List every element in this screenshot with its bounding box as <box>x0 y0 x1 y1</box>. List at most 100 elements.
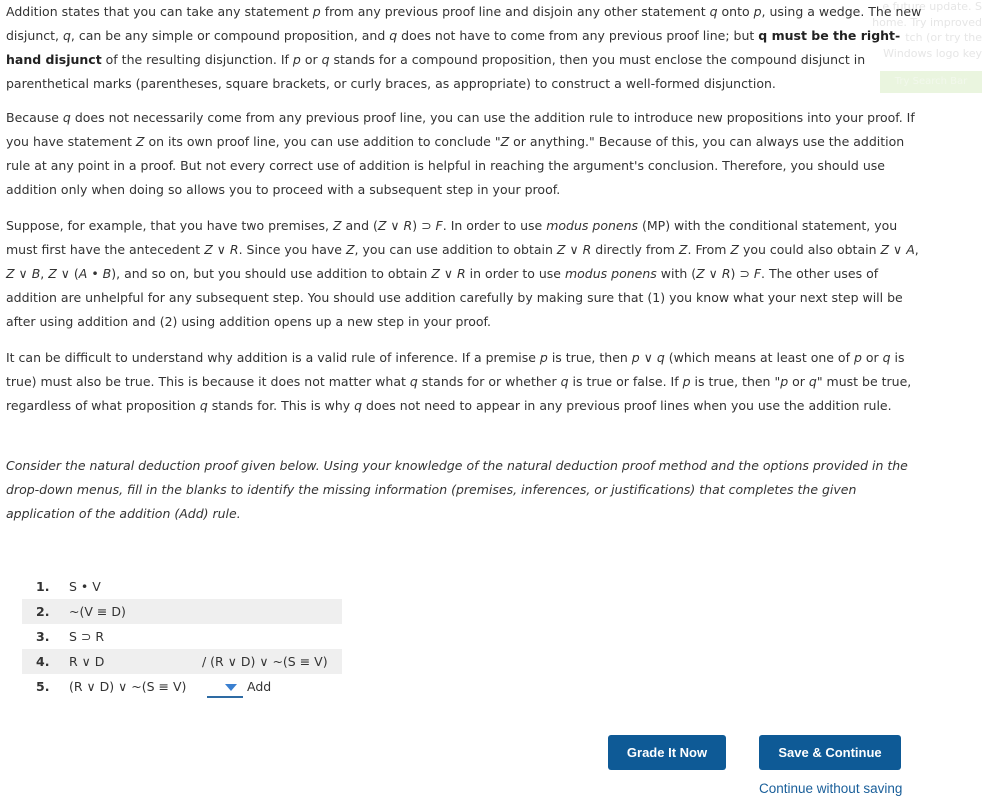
italic-run: B <box>31 266 41 281</box>
paragraph-addition-rule: Addition states that you can take any st… <box>6 0 924 96</box>
save-continue-button[interactable]: Save & Continue <box>759 735 901 770</box>
italic-run: Z <box>48 266 57 281</box>
text-run: does not need to appear in any previous … <box>362 398 892 413</box>
text-run: Consider the natural deduction proof giv… <box>6 458 908 521</box>
text-run: stands for. This is why <box>207 398 355 413</box>
premise: ~(V ≡ D) <box>69 604 126 619</box>
text-run: ∨ <box>212 242 230 257</box>
italic-run: q <box>882 350 891 365</box>
premise: R ∨ D <box>69 654 105 669</box>
italic-run: p <box>539 350 548 365</box>
text-run: on its own proof line, you can use addit… <box>144 134 501 149</box>
text-run: directly from <box>591 242 679 257</box>
italic-run: Z <box>556 242 566 257</box>
text-run: ∨ <box>439 266 458 281</box>
paragraph-example: Suppose, for example, that you have two … <box>6 214 924 334</box>
text-run: . From <box>687 242 731 257</box>
italic-run: p <box>682 374 691 389</box>
text-run: ∨ <box>889 242 907 257</box>
italic-run: q <box>409 374 418 389</box>
italic-run: q <box>321 52 330 67</box>
text-run: ∨ <box>565 242 583 257</box>
text-run: ∨ <box>704 266 722 281</box>
text-run: It can be difficult to understand why ad… <box>6 350 540 365</box>
text-run: . In order to use <box>442 218 547 233</box>
italic-run: R <box>229 242 239 257</box>
premise: (R ∨ D) ∨ ~(S ≡ V) <box>69 679 187 694</box>
italic-run: q <box>709 4 718 19</box>
italic-run: q <box>389 28 398 43</box>
text-run: ∨ <box>14 266 32 281</box>
text-run: Because <box>6 110 63 125</box>
line-number: 4. <box>36 654 50 669</box>
italic-run: Z <box>6 266 15 281</box>
italic-run: q <box>560 374 569 389</box>
proof-line-5: 5. (R ∨ D) ∨ ~(S ≡ V) Add <box>22 674 342 699</box>
conclusion-justification: / (R ∨ D) ∨ ~(S ≡ V) <box>202 654 328 669</box>
text-run: Suppose, for example, that you have two … <box>6 218 333 233</box>
text-run: , <box>914 242 919 257</box>
proof-line-2: 2. ~(V ≡ D) <box>22 599 342 624</box>
text-run: or <box>861 350 883 365</box>
italic-run: q <box>62 110 71 125</box>
italic-run: p <box>780 374 789 389</box>
premise: S ⊃ R <box>69 629 105 644</box>
italic-run: Z <box>696 266 705 281</box>
italic-run: Z <box>135 134 145 149</box>
paragraph-instructions: Consider the natural deduction proof giv… <box>6 454 924 526</box>
text-run: in order to use <box>465 266 565 281</box>
line-number: 1. <box>36 579 50 594</box>
text-run: Addition states that you can take any st… <box>6 4 313 19</box>
line-number: 5. <box>36 679 50 694</box>
text-run: , you can use addition to obtain <box>354 242 557 257</box>
continue-without-saving-link[interactable]: Continue without saving <box>759 781 902 796</box>
italic-run: p <box>853 350 862 365</box>
text-run: is true, then " <box>690 374 781 389</box>
italic-run: R <box>457 266 466 281</box>
proof-table: 1. S • V 2. ~(V ≡ D) 3. S ⊃ R 4. R ∨ D /… <box>22 574 342 699</box>
text-run: from any previous proof line and disjoin… <box>320 4 710 19</box>
italic-run: B <box>102 266 112 281</box>
italic-run: q <box>199 398 208 413</box>
italic-run: q <box>656 350 665 365</box>
chevron-down-icon <box>225 684 237 691</box>
proof-line-4: 4. R ∨ D / (R ∨ D) ∨ ~(S ≡ V) <box>22 649 342 674</box>
text-run: • <box>87 266 103 281</box>
text-run: and ( <box>341 218 378 233</box>
text-run: ), and so on, but you should use additio… <box>111 266 432 281</box>
italic-run: q <box>354 398 363 413</box>
italic-run: modus ponens <box>564 266 657 281</box>
italic-run: A <box>906 242 915 257</box>
premise: S • V <box>69 579 101 594</box>
italic-run: q <box>808 374 817 389</box>
proof-line-3: 3. S ⊃ R <box>22 624 342 649</box>
italic-run: p <box>312 4 321 19</box>
italic-run: Z <box>678 242 688 257</box>
italic-run: p <box>631 350 640 365</box>
italic-run: Z <box>500 134 510 149</box>
italic-run: R <box>582 242 592 257</box>
text-run: , can be any simple or compound proposit… <box>70 28 390 43</box>
grade-it-now-button[interactable]: Grade It Now <box>608 735 726 770</box>
italic-run: p <box>753 4 762 19</box>
proof-line-1: 1. S • V <box>22 574 342 599</box>
text-run: stands for or whether <box>417 374 561 389</box>
text-run: ∨ <box>386 218 404 233</box>
italic-run: Z <box>332 218 342 233</box>
text-run: or <box>300 52 322 67</box>
text-run: is true, then <box>547 350 632 365</box>
line-number: 2. <box>36 604 50 619</box>
text-run: onto <box>717 4 754 19</box>
text-run: . Since you have <box>238 242 346 257</box>
text-run: you could also obtain <box>738 242 881 257</box>
paragraph-validity: It can be difficult to understand why ad… <box>6 346 924 418</box>
text-run: or <box>788 374 809 389</box>
line-reference-dropdown[interactable] <box>207 680 243 698</box>
italic-run: p <box>292 52 301 67</box>
italic-run: Z <box>204 242 213 257</box>
text-run: ∨ ( <box>56 266 79 281</box>
italic-run: F <box>435 218 443 233</box>
text-run: with ( <box>656 266 697 281</box>
text-run: of the resulting disjunction. If <box>101 52 293 67</box>
italic-run: Z <box>730 242 739 257</box>
